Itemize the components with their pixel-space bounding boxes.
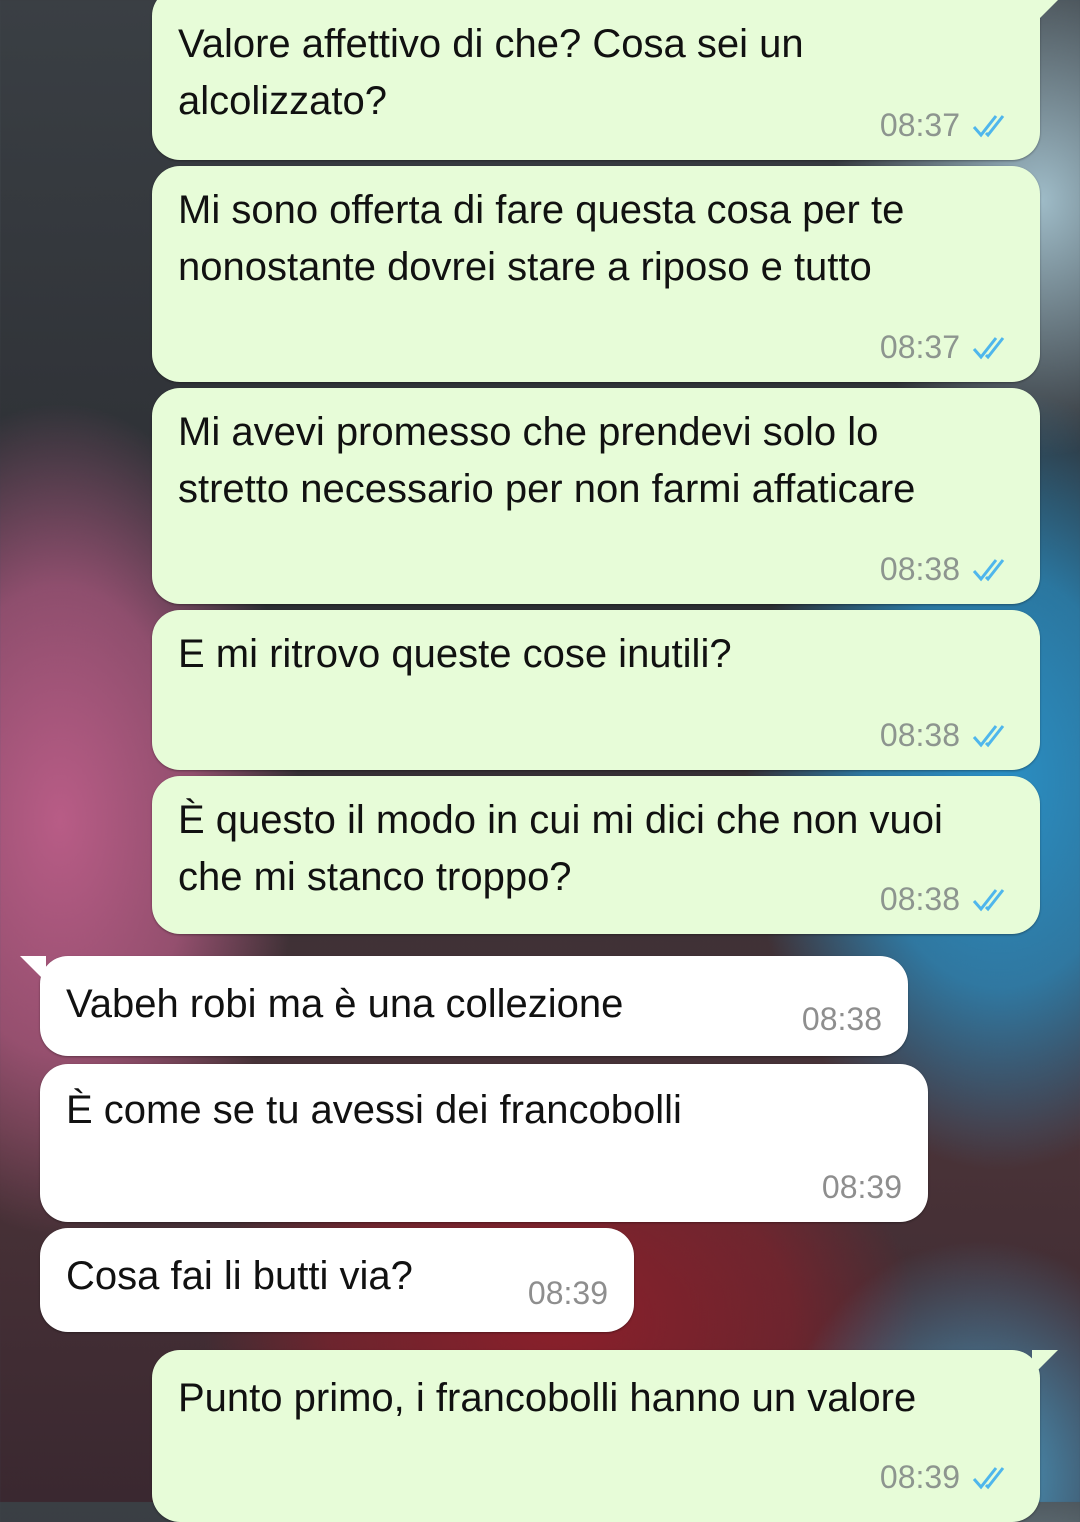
- message-time: 08:39: [527, 1275, 608, 1311]
- message-text: È come se tu avessi dei francobolli: [66, 1088, 682, 1132]
- message-time: 08:38: [879, 717, 960, 753]
- message-time: 08:39: [879, 1459, 960, 1495]
- message-bubble-outgoing[interactable]: Valore affettivo di che? Cosa sei un alc…: [152, 0, 1058, 160]
- message-text: E mi ritrovo queste cose inutili?: [178, 632, 732, 676]
- message-meta: 08:37: [880, 329, 1014, 366]
- message-bubble-outgoing[interactable]: E mi ritrovo queste cose inutili? 08:38: [152, 610, 1040, 770]
- message-text: Vabeh robi ma è una collezione: [66, 982, 624, 1026]
- bubble-tail: [20, 956, 46, 982]
- message-text: Mi sono offerta di fare questa cosa per …: [178, 188, 905, 289]
- message-meta: 08:38: [880, 881, 1014, 918]
- message-time: 08:37: [879, 329, 960, 365]
- bubble-tail: [1032, 0, 1058, 26]
- message-time: 08:39: [821, 1169, 902, 1205]
- double-check-icon: [972, 336, 1005, 359]
- message-text: Punto primo, i francobolli hanno un valo…: [178, 1376, 917, 1420]
- message-time: 08:38: [801, 1001, 882, 1037]
- bubble-tail: [1032, 1350, 1058, 1376]
- message-meta: 08:39: [822, 1169, 902, 1206]
- message-bubble-incoming[interactable]: Vabeh robi ma è una collezione 08:38: [20, 956, 908, 1056]
- message-time: 08:37: [879, 107, 960, 143]
- message-meta: 08:39: [528, 1275, 608, 1312]
- message-bubble-outgoing[interactable]: È questo il modo in cui mi dici che non …: [152, 776, 1040, 934]
- message-bubble-outgoing[interactable]: Mi avevi promesso che prendevi solo lo s…: [152, 388, 1040, 604]
- message-time: 08:38: [879, 881, 960, 917]
- message-time: 08:38: [879, 551, 960, 587]
- message-meta: 08:38: [880, 717, 1014, 754]
- double-check-icon: [972, 888, 1005, 911]
- message-meta: 08:37: [880, 107, 1014, 144]
- message-text: Mi avevi promesso che prendevi solo lo s…: [178, 410, 916, 511]
- double-check-icon: [972, 558, 1005, 581]
- message-bubble-outgoing[interactable]: Mi sono offerta di fare questa cosa per …: [152, 166, 1040, 382]
- message-bubble-outgoing[interactable]: Punto primo, i francobolli hanno un valo…: [152, 1350, 1058, 1522]
- double-check-icon: [972, 724, 1005, 747]
- message-meta: 08:38: [880, 551, 1014, 588]
- message-text: Valore affettivo di che? Cosa sei un alc…: [178, 22, 804, 123]
- message-meta: 08:39: [880, 1459, 1014, 1496]
- double-check-icon: [972, 114, 1005, 137]
- message-bubble-incoming[interactable]: È come se tu avessi dei francobolli 08:3…: [40, 1064, 928, 1222]
- message-meta: 08:38: [802, 1001, 882, 1038]
- double-check-icon: [972, 1466, 1005, 1489]
- message-bubble-incoming[interactable]: Cosa fai li butti via? 08:39: [40, 1228, 634, 1332]
